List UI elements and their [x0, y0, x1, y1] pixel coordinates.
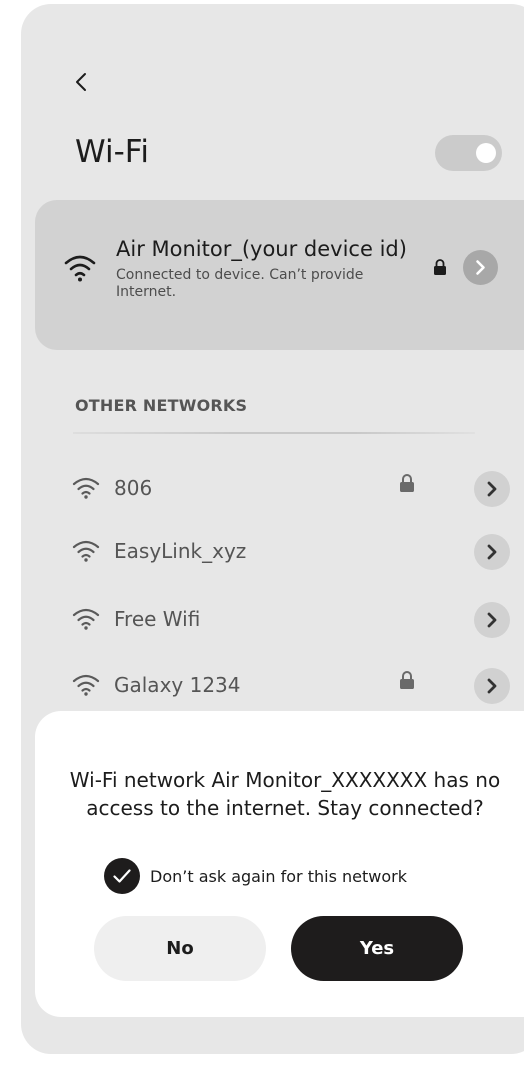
connected-network-status: Connected to device. Can’t provide Inter…: [116, 267, 364, 300]
network-details-button[interactable]: [474, 471, 510, 507]
wifi-icon: [72, 538, 100, 562]
wifi-settings-screen: Wi-Fi Air Monitor_(your device id) Conne…: [21, 4, 524, 1054]
wifi-icon: [63, 252, 97, 282]
dialog-message: Wi-Fi network Air Monitor_XXXXXXX has no…: [69, 768, 501, 820]
yes-button[interactable]: Yes: [291, 916, 463, 981]
network-item-free-wifi[interactable]: Free Wifi: [21, 602, 524, 642]
network-item-easylink[interactable]: EasyLink_xyz: [21, 534, 524, 574]
connected-network-card[interactable]: Air Monitor_(your device id) Connected t…: [35, 200, 524, 350]
connected-network-name: Air Monitor_(your device id): [116, 237, 407, 261]
wifi-icon: [72, 606, 100, 630]
lock-icon: [433, 258, 447, 280]
back-icon[interactable]: [70, 70, 94, 94]
page-title: Wi-Fi: [75, 134, 149, 170]
network-item-galaxy[interactable]: Galaxy 1234: [21, 668, 524, 708]
checkmark-icon: [113, 869, 131, 883]
no-internet-dialog: Wi-Fi network Air Monitor_XXXXXXX has no…: [35, 711, 524, 1017]
network-details-button[interactable]: [463, 250, 498, 285]
chevron-right-icon: [487, 544, 497, 560]
network-name: Galaxy 1234: [114, 673, 241, 697]
dont-ask-again-label: Don’t ask again for this network: [150, 867, 407, 886]
chevron-right-icon: [487, 678, 497, 694]
wifi-icon: [72, 475, 100, 499]
chevron-right-icon: [476, 260, 485, 275]
lock-icon: [399, 473, 415, 497]
no-button[interactable]: No: [94, 916, 266, 981]
other-networks-heading: OTHER NETWORKS: [75, 396, 248, 415]
network-details-button[interactable]: [474, 602, 510, 638]
network-details-button[interactable]: [474, 534, 510, 570]
network-name: 806: [114, 476, 153, 500]
network-item-806[interactable]: 806: [21, 471, 524, 511]
network-details-button[interactable]: [474, 668, 510, 704]
network-name: Free Wifi: [114, 607, 201, 631]
chevron-right-icon: [487, 481, 497, 497]
wifi-icon: [72, 672, 100, 696]
chevron-right-icon: [487, 612, 497, 628]
dont-ask-again-checkbox[interactable]: [104, 858, 140, 894]
wifi-toggle[interactable]: [435, 135, 502, 171]
lock-icon: [399, 670, 415, 694]
network-name: EasyLink_xyz: [114, 539, 247, 563]
section-divider: [73, 432, 475, 434]
toggle-knob: [476, 143, 496, 163]
